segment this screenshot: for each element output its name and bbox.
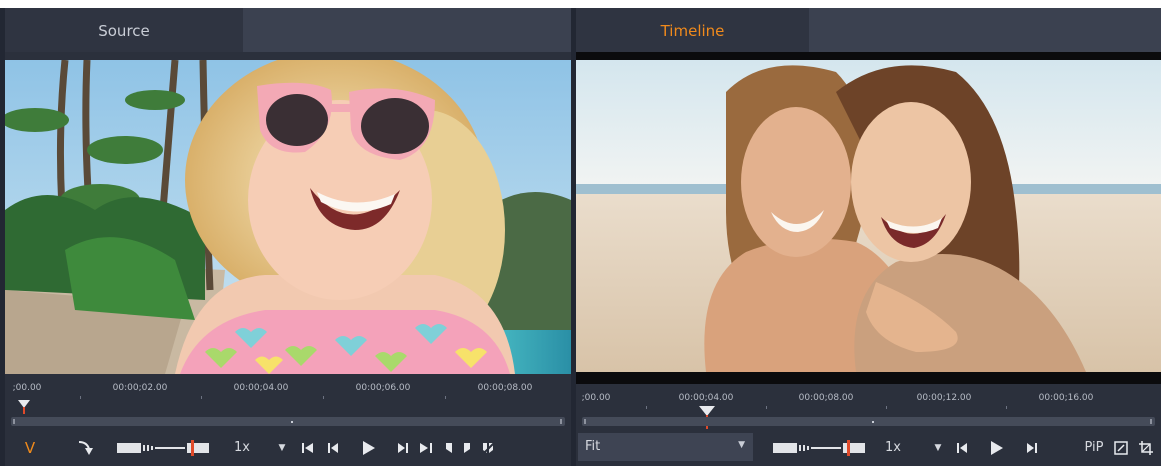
play-icon[interactable] bbox=[360, 429, 378, 466]
scrub-end-cap bbox=[1150, 419, 1152, 424]
ruler-tick bbox=[201, 396, 202, 399]
timeline-scrub-bar[interactable] bbox=[582, 417, 1155, 426]
source-transport-bar: V 1x ▼ bbox=[5, 429, 571, 466]
previous-frame-icon[interactable] bbox=[327, 429, 341, 466]
next-frame-icon[interactable] bbox=[1024, 429, 1038, 466]
ruler-tick bbox=[323, 396, 324, 399]
mark-out-icon[interactable] bbox=[461, 429, 473, 466]
go-to-start-icon[interactable] bbox=[301, 429, 315, 466]
ruler-label: 00:00;16.00 bbox=[1038, 393, 1094, 403]
scrub-end-cap bbox=[560, 419, 562, 424]
tab-bar-empty bbox=[809, 8, 1161, 52]
ruler-tick bbox=[80, 396, 81, 399]
clear-marks-icon[interactable] bbox=[481, 429, 497, 466]
fullscreen-icon[interactable] bbox=[1113, 429, 1129, 466]
zoom-value: Fit bbox=[585, 439, 601, 454]
shuttle-control-icon[interactable] bbox=[115, 429, 211, 466]
scrub-midpoint bbox=[872, 421, 874, 423]
source-preview[interactable] bbox=[5, 60, 571, 374]
source-speed-value[interactable]: 1x bbox=[231, 429, 253, 466]
ruler-tick bbox=[646, 406, 647, 409]
timeline-speed-value[interactable]: 1x bbox=[882, 429, 904, 466]
go-to-end-icon[interactable] bbox=[419, 429, 433, 466]
source-playhead-icon[interactable] bbox=[18, 400, 32, 414]
mark-in-icon[interactable] bbox=[443, 429, 455, 466]
ruler-label: 00:00;08.00 bbox=[477, 383, 533, 393]
timeline-panel: Timeline ;00.00 00:00;04.00 00:00;08.00 … bbox=[576, 8, 1161, 466]
tab-bar-empty bbox=[243, 8, 571, 52]
ruler-label: 00:00;08.00 bbox=[798, 393, 854, 403]
timeline-preview[interactable] bbox=[576, 52, 1161, 384]
speed-dropdown-arrow-icon[interactable]: ▼ bbox=[275, 429, 289, 466]
zoom-select[interactable]: Fit ▼ bbox=[578, 433, 753, 461]
ruler-label: 00:00;04.00 bbox=[233, 383, 289, 393]
source-time-ruler[interactable]: ;00.00 00:00;02.00 00:00;04.00 00:00;06.… bbox=[5, 374, 571, 414]
player-app: Source ;00.00 00:00;02.00 00:00;04.00 00… bbox=[0, 8, 1161, 466]
play-icon[interactable] bbox=[988, 429, 1006, 466]
ruler-label: 00:00;02.00 bbox=[112, 383, 168, 393]
source-scrub-bar[interactable] bbox=[11, 417, 565, 426]
ruler-label: ;00.00 bbox=[581, 393, 611, 403]
source-video-frame bbox=[5, 60, 571, 374]
timeline-video-frame bbox=[576, 52, 1161, 384]
zoom-dropdown-arrow-icon: ▼ bbox=[738, 440, 745, 450]
ruler-tick bbox=[1006, 406, 1007, 409]
insert-arrow-icon[interactable] bbox=[75, 429, 97, 466]
tab-timeline[interactable]: Timeline bbox=[576, 8, 809, 52]
crop-icon[interactable] bbox=[1138, 429, 1154, 466]
ruler-tick bbox=[886, 406, 887, 409]
pip-button[interactable]: PiP bbox=[1082, 429, 1106, 466]
scrub-start-cap bbox=[584, 419, 586, 424]
scrub-start-cap bbox=[13, 419, 15, 424]
ruler-tick bbox=[445, 396, 446, 399]
shuttle-control-icon[interactable] bbox=[771, 429, 867, 466]
timeline-tab-bar: Timeline bbox=[576, 8, 1161, 52]
video-mode-toggle[interactable]: V bbox=[22, 429, 38, 466]
ruler-label: 00:00;12.00 bbox=[916, 393, 972, 403]
next-frame-icon[interactable] bbox=[395, 429, 409, 466]
timeline-transport-bar: Fit ▼ 1x ▼ PiP bbox=[576, 429, 1161, 466]
source-tab-bar: Source bbox=[5, 8, 571, 52]
scrub-midpoint bbox=[291, 421, 293, 423]
previous-frame-icon[interactable] bbox=[956, 429, 970, 466]
ruler-tick bbox=[766, 406, 767, 409]
tab-source[interactable]: Source bbox=[5, 8, 243, 52]
source-panel: Source ;00.00 00:00;02.00 00:00;04.00 00… bbox=[5, 8, 571, 466]
speed-dropdown-arrow-icon[interactable]: ▼ bbox=[931, 429, 945, 466]
ruler-label: ;00.00 bbox=[12, 383, 42, 393]
ruler-label: 00:00;04.00 bbox=[678, 393, 734, 403]
ruler-label: 00:00;06.00 bbox=[355, 383, 411, 393]
